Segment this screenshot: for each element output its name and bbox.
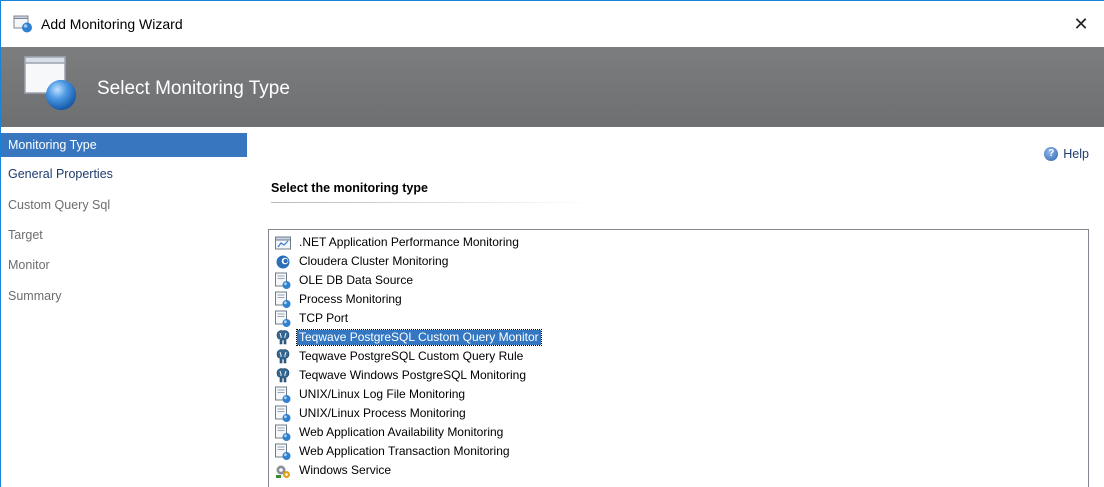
monitor-page-icon [274,443,292,461]
window-title: Add Monitoring Wizard [41,16,183,32]
monitoring-type-label: Process Monitoring [299,292,402,306]
monitoring-type-label: Web Application Transaction Monitoring [299,444,510,458]
monitoring-type-item[interactable]: .NET Application Performance Monitoring [269,233,1088,252]
monitoring-type-label: Windows Service [299,463,392,477]
monitoring-type-item[interactable]: Teqwave PostgreSQL Custom Query Rule [269,347,1088,366]
wizard-window: Add Monitoring Wizard ✕ Select Monitorin… [0,0,1104,487]
monitor-page-icon [274,272,292,290]
monitoring-type-label: Cloudera Cluster Monitoring [299,254,449,268]
monitor-page-icon [274,424,292,442]
wizard-steps-nav: Monitoring Type General Properties Custo… [1,127,249,487]
help-label: Help [1063,147,1089,161]
monitoring-type-item[interactable]: TCP Port [269,309,1088,328]
monitoring-type-label: TCP Port [299,311,349,325]
postgresql-elephant-icon [274,348,292,366]
close-icon: ✕ [1073,13,1089,34]
monitoring-type-item[interactable]: Cloudera Cluster Monitoring [269,252,1088,271]
monitoring-type-item[interactable]: Teqwave Windows PostgreSQL Monitoring [269,366,1088,385]
dotnet-app-icon [274,234,292,252]
section-divider [271,202,591,203]
nav-step-target[interactable]: Target [1,222,247,249]
wizard-content: ? Help Select the monitoring type .NET A… [249,127,1104,487]
monitoring-type-label: Teqwave PostgreSQL Custom Query Rule [299,349,524,363]
monitoring-type-label: UNIX/Linux Log File Monitoring [299,387,466,401]
monitoring-type-item[interactable]: Web Application Availability Monitoring [269,423,1088,442]
monitoring-type-list[interactable]: .NET Application Performance Monitoring C… [268,229,1089,487]
close-button[interactable]: ✕ [1058,1,1104,47]
monitoring-type-item[interactable]: Teqwave PostgreSQL Custom Query Monitor [269,328,1088,347]
monitoring-type-item[interactable]: OLE DB Data Source [269,271,1088,290]
monitor-page-icon [274,386,292,404]
monitoring-type-label: Teqwave Windows PostgreSQL Monitoring [299,368,526,382]
windows-service-icon [274,462,292,480]
monitoring-type-label: UNIX/Linux Process Monitoring [299,406,466,420]
monitoring-type-label: Web Application Availability Monitoring [299,425,504,439]
monitoring-type-item[interactable]: UNIX/Linux Process Monitoring [269,404,1088,423]
monitor-page-icon [274,310,292,328]
nav-step-general-properties[interactable]: General Properties [1,161,247,188]
monitoring-type-label: Teqwave PostgreSQL Custom Query Monitor [296,329,542,346]
postgresql-elephant-icon [274,329,292,347]
page-title: Select Monitoring Type [97,78,290,99]
wizard-banner: Select Monitoring Type [1,47,1104,127]
monitoring-type-label: OLE DB Data Source [299,273,414,287]
monitoring-type-item[interactable]: Windows Service [269,461,1088,480]
help-icon: ? [1044,147,1059,161]
monitoring-type-label: .NET Application Performance Monitoring [299,235,519,249]
monitor-page-icon [274,291,292,309]
monitoring-type-item[interactable]: Web Application Transaction Monitoring [269,442,1088,461]
wizard-banner-icon [24,56,76,110]
monitoring-type-item[interactable]: Process Monitoring [269,290,1088,309]
monitor-page-icon [274,405,292,423]
monitoring-type-item[interactable]: UNIX/Linux Log File Monitoring [269,385,1088,404]
cloudera-icon [274,253,292,271]
nav-step-custom-query-sql[interactable]: Custom Query Sql [1,192,247,219]
wizard-app-icon [13,15,32,33]
nav-step-monitoring-type[interactable]: Monitoring Type [1,133,247,157]
nav-step-summary[interactable]: Summary [1,283,247,310]
section-title: Select the monitoring type [271,181,428,195]
help-link[interactable]: ? Help [1044,147,1089,161]
nav-step-monitor[interactable]: Monitor [1,252,247,279]
title-bar: Add Monitoring Wizard ✕ [1,1,1104,47]
postgresql-elephant-icon [274,367,292,385]
